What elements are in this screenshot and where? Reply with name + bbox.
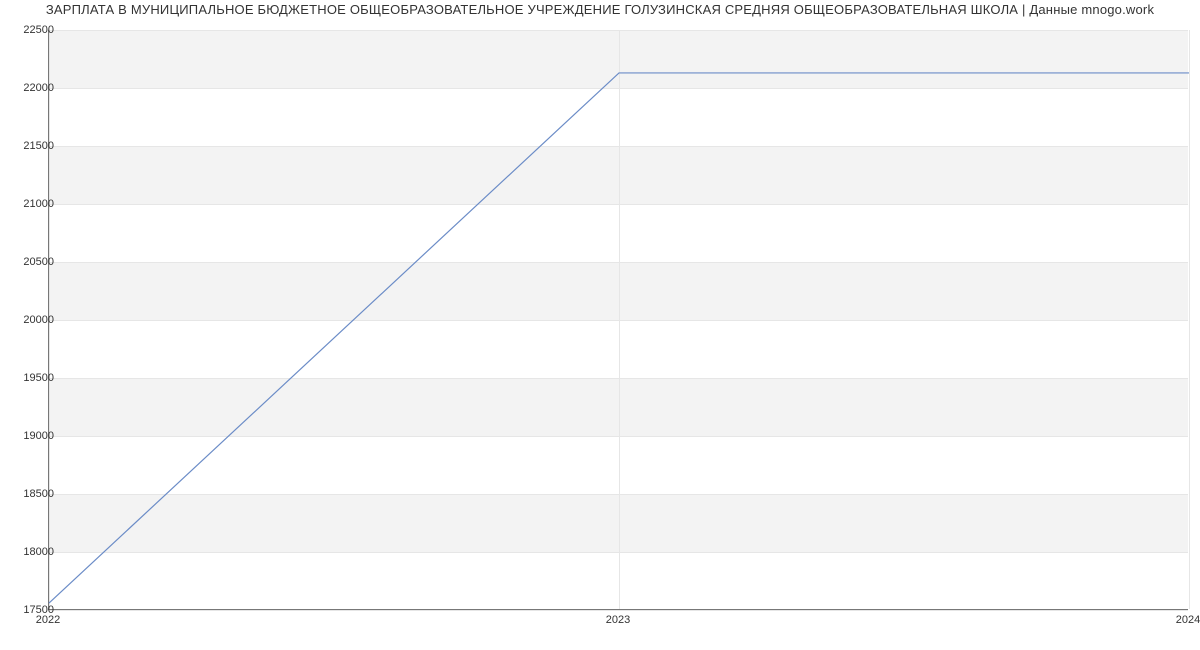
x-tick-label: 2024 bbox=[1176, 614, 1200, 626]
y-tick-label: 18500 bbox=[10, 488, 54, 500]
y-tick-label: 22000 bbox=[10, 82, 54, 94]
x-tick-label: 2022 bbox=[36, 614, 60, 626]
y-tick-label: 22500 bbox=[10, 24, 54, 36]
chart-container: ЗАРПЛАТА В МУНИЦИПАЛЬНОЕ БЮДЖЕТНОЕ ОБЩЕО… bbox=[0, 0, 1200, 650]
line-series bbox=[49, 30, 1189, 610]
y-tick-label: 19500 bbox=[10, 372, 54, 384]
y-tick-label: 21000 bbox=[10, 198, 54, 210]
y-tick-label: 18000 bbox=[10, 546, 54, 558]
y-tick-label: 21500 bbox=[10, 140, 54, 152]
grid-vline bbox=[1189, 30, 1190, 609]
y-tick-label: 20500 bbox=[10, 256, 54, 268]
y-tick-label: 19000 bbox=[10, 430, 54, 442]
y-tick-label: 20000 bbox=[10, 314, 54, 326]
grid-line bbox=[49, 610, 1188, 611]
plot-area bbox=[48, 30, 1188, 610]
data-line bbox=[49, 73, 1189, 603]
x-tick-label: 2023 bbox=[606, 614, 630, 626]
chart-title: ЗАРПЛАТА В МУНИЦИПАЛЬНОЕ БЮДЖЕТНОЕ ОБЩЕО… bbox=[0, 2, 1200, 17]
